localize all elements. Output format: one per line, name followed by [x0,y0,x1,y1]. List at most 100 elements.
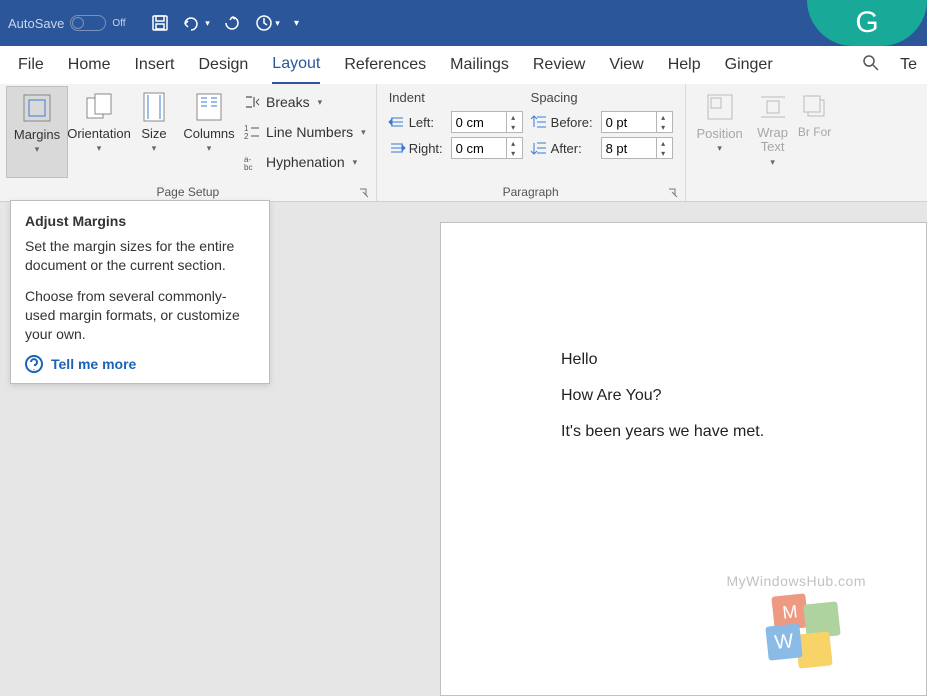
spacing-before-input[interactable]: ▴▾ [601,111,673,133]
autosave-state: Off [112,18,125,29]
indent-left-input[interactable]: ▴▾ [451,111,523,133]
spinner-down-icon[interactable]: ▾ [506,122,520,132]
chevron-down-icon: ▾ [152,143,157,154]
group-arrange: Position ▾ Wrap Text ▾ Br For [686,84,838,201]
group-title-paragraph: Paragraph [383,183,679,201]
indent-right-value[interactable] [452,141,506,156]
grammarly-badge[interactable]: G [807,0,927,46]
tab-review[interactable]: Review [533,46,585,84]
search-button[interactable] [862,54,880,77]
tell-me-more-link[interactable]: Tell me more [25,355,255,373]
size-icon [137,90,171,124]
indent-left-label: Left: [409,115,434,130]
document-body[interactable]: Hello How Are You? It's been years we ha… [441,223,926,441]
line-numbers-label: Line Numbers [266,124,353,140]
watermark-logo: M W [761,595,831,665]
tooltip-body-1: Set the margin sizes for the entire docu… [25,237,255,275]
svg-text:2: 2 [244,132,249,141]
breaks-icon [244,94,260,110]
margins-button[interactable]: Margins ▾ [6,86,68,178]
autosave-label: AutoSave [8,16,64,31]
indent-right-label: Right: [409,141,443,156]
ribbon-tabs: File Home Insert Design Layout Reference… [0,46,927,84]
tab-home[interactable]: Home [68,46,111,84]
autosave-toggle[interactable]: AutoSave Off [8,15,126,31]
tab-insert[interactable]: Insert [134,46,174,84]
tab-references[interactable]: References [344,46,426,84]
size-label: Size [141,126,166,141]
group-page-setup: Margins ▾ Orientation ▾ Size ▾ [0,84,377,201]
line-numbers-icon: 12 [244,124,260,140]
chevron-down-icon: ▾ [717,143,722,154]
document-page[interactable]: Hello How Are You? It's been years we ha… [440,222,927,696]
toggle-track [70,15,106,31]
tab-ginger[interactable]: Ginger [725,46,773,84]
wrap-text-label: Wrap Text [748,126,798,155]
margins-label: Margins [14,127,60,142]
tab-layout[interactable]: Layout [272,46,320,84]
tell-me-more-label: Tell me more [51,356,136,372]
spinner-down-icon[interactable]: ▾ [506,148,520,158]
spacing-after-label: After: [551,141,582,156]
breaks-label: Breaks [266,94,310,110]
spinner-up-icon[interactable]: ▴ [506,138,520,148]
spinner-up-icon[interactable]: ▴ [656,112,670,122]
position-icon [703,90,737,124]
bring-forward-button: Br For [798,86,832,178]
bring-forward-label: Br For [798,126,831,139]
chevron-down-icon: ▾ [207,143,212,154]
group-title-arrange [692,183,832,201]
title-bar: AutoSave Off ▾ ▾ ▾ G [0,0,927,46]
save-button[interactable] [146,9,174,37]
spacing-before-icon [531,115,547,129]
chevron-down-icon: ▾ [35,144,40,155]
dialog-launcher-icon[interactable] [358,187,370,199]
spacing-after-value[interactable] [602,141,656,156]
quick-access-toolbar: ▾ ▾ ▾ [146,9,304,37]
indent-right-icon [389,141,405,155]
line-numbers-button[interactable]: 12 Line Numbers▾ [244,120,366,144]
spacing-after-icon [531,141,547,155]
indent-left-value[interactable] [452,115,506,130]
customize-qat-button[interactable]: ▾ [290,9,304,37]
hyphenation-button[interactable]: a-bc Hyphenation▾ [244,150,366,174]
redo-icon [223,14,241,32]
spacing-heading: Spacing [531,90,673,107]
redo-button[interactable] [218,9,246,37]
position-button: Position ▾ [692,86,748,178]
spinner-up-icon[interactable]: ▴ [506,112,520,122]
search-icon [862,54,880,72]
document-line[interactable]: It's been years we have met. [561,423,926,441]
ribbon: Margins ▾ Orientation ▾ Size ▾ [0,84,927,202]
sync-button[interactable]: ▾ [254,9,282,37]
orientation-label: Orientation [67,126,131,141]
size-button[interactable]: Size ▾ [130,86,178,178]
spacing-after-input[interactable]: ▴▾ [601,137,673,159]
undo-icon [181,14,203,32]
tab-design[interactable]: Design [198,46,248,84]
columns-button[interactable]: Columns ▾ [178,86,240,178]
tooltip-title: Adjust Margins [25,213,255,229]
tab-mailings[interactable]: Mailings [450,46,509,84]
margins-tooltip: Adjust Margins Set the margin sizes for … [10,200,270,384]
document-line[interactable]: Hello [561,351,926,369]
spacing-before-label: Before: [551,115,593,130]
chevron-down-icon: ▾ [770,157,775,168]
document-line[interactable]: How Are You? [561,387,926,405]
hyphenation-icon: a-bc [244,154,260,170]
undo-button[interactable]: ▾ [182,9,210,37]
breaks-button[interactable]: Breaks▾ [244,90,366,114]
spinner-down-icon[interactable]: ▾ [656,122,670,132]
tell-me-label[interactable]: Te [900,56,917,74]
tab-view[interactable]: View [609,46,643,84]
tab-file[interactable]: File [18,46,44,84]
orientation-button[interactable]: Orientation ▾ [68,86,130,178]
tooltip-body-2: Choose from several commonly-used margin… [25,287,255,344]
save-icon [151,14,169,32]
tab-help[interactable]: Help [668,46,701,84]
dialog-launcher-icon[interactable] [667,187,679,199]
spacing-before-value[interactable] [602,115,656,130]
indent-right-input[interactable]: ▴▾ [451,137,523,159]
spinner-down-icon[interactable]: ▾ [656,148,670,158]
spinner-up-icon[interactable]: ▴ [656,138,670,148]
